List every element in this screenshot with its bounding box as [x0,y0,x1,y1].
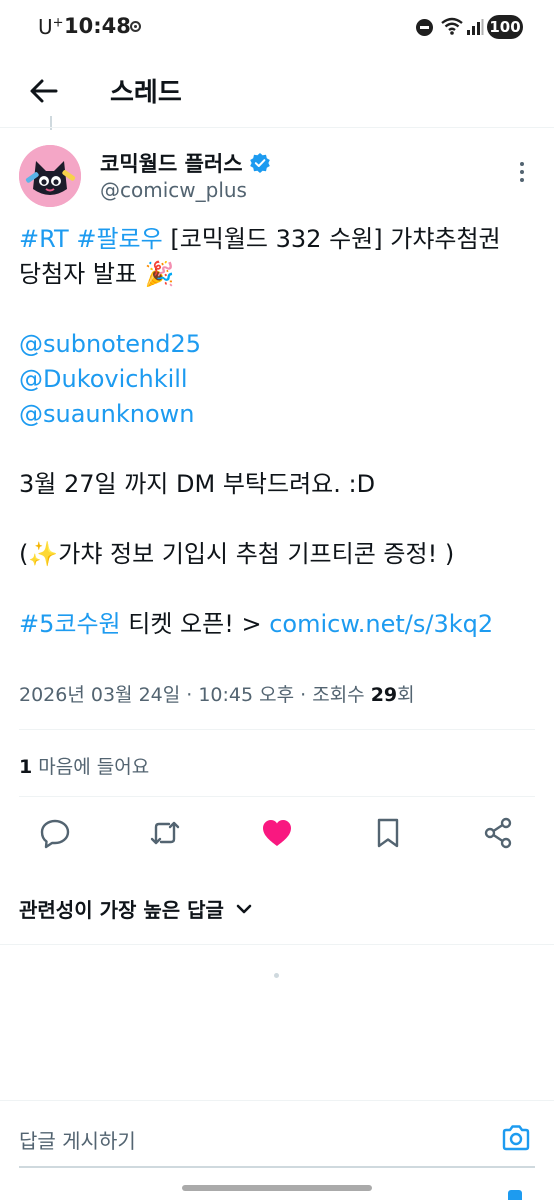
share-icon [484,817,512,849]
status-bar: U+ 10:48 100 [0,0,554,56]
mention-link[interactable]: @subnotend25 [19,330,201,358]
hashtag-link[interactable]: #팔로우 [76,225,162,253]
sort-label: 관련성이 가장 높은 답글 [19,898,224,922]
camera-icon [502,1125,530,1151]
hashtag-link[interactable]: #RT [19,225,69,253]
divider [19,796,535,797]
camera-button[interactable] [500,1122,532,1154]
notification-icon [130,21,141,32]
heart-icon [263,820,291,846]
reply-button[interactable] [37,815,73,851]
mascot-avatar-image [19,145,81,207]
battery-indicator: 100 [487,15,523,39]
composer-divider [0,1100,554,1101]
chevron-down-icon [236,904,252,913]
verified-badge-icon [249,153,270,173]
header-divider [0,127,554,128]
like-button[interactable] [259,815,295,851]
share-button[interactable] [480,815,516,851]
retweet-button[interactable] [147,815,183,851]
back-button[interactable] [22,69,66,113]
tweet-line: #5코수원 티켓 오픈! > comicw.net/s/3kq2 [19,607,539,642]
tweet-line: (✨가챠 정보 기입시 추첨 기프티콘 증정! ) [19,540,455,568]
compose-fab-edge [508,1190,522,1200]
tweet-line-text: 티켓 오픈! > [120,610,270,638]
avatar[interactable] [19,145,81,207]
author-display-name: 코믹월드 플러스 [100,152,243,176]
loading-indicator [274,973,279,978]
section-divider [0,944,554,945]
reply-input[interactable]: 답글 게시하기 [19,1125,136,1154]
mention-link[interactable]: @suaunknown [19,400,194,428]
bookmark-button[interactable] [370,815,406,851]
retweet-icon [150,821,180,845]
tweet-line: #RT #팔로우 [코믹월드 332 수원] 가챠추첨권 [19,222,539,257]
view-count: 29 [370,684,398,706]
tweet-line: 당첨자 발표 🎉 [19,260,175,288]
page-title: 스레드 [110,78,182,108]
author-name[interactable]: 코믹월드 플러스 [100,148,271,178]
gesture-nav-handle[interactable] [182,1185,372,1191]
top-app-bar: 스레드 [0,56,554,128]
carrier-label: U+ [38,15,64,39]
wifi-icon [441,17,463,35]
tweet-text: #RT #팔로우 [코믹월드 332 수원] 가챠추첨권 당첨자 발표 🎉 @s… [19,222,539,642]
mention-link[interactable]: @Dukovichkill [19,365,188,393]
divider [19,729,535,730]
tweet-line-text: [코믹월드 332 수원] 가챠추첨권 [162,225,501,253]
reply-input-underline [19,1166,535,1168]
hashtag-link[interactable]: #5코수원 [19,610,121,638]
more-vertical-icon [520,162,524,182]
reply-sort-dropdown[interactable]: 관련성이 가장 높은 답글 [19,894,254,923]
clock-time: 10:48 [64,14,131,38]
tweet-line: 3월 27일 까지 DM 부탁드려요. :D [19,470,376,498]
likes-count: 1 [19,756,33,778]
more-button[interactable] [512,158,532,186]
signal-icon [467,19,484,35]
do-not-disturb-icon [416,19,433,36]
likes-summary[interactable]: 1 마음에 들어요 [19,752,149,779]
bookmark-icon [377,818,399,848]
reply-icon [40,819,70,849]
author-handle[interactable]: @comicw_plus [100,178,247,202]
arrow-left-icon [30,79,58,103]
tweet-timestamp-views: 2026년 03월 24일 · 10:45 오후 · 조회수 29회 [19,684,415,706]
url-link[interactable]: comicw.net/s/3kq2 [269,610,493,638]
